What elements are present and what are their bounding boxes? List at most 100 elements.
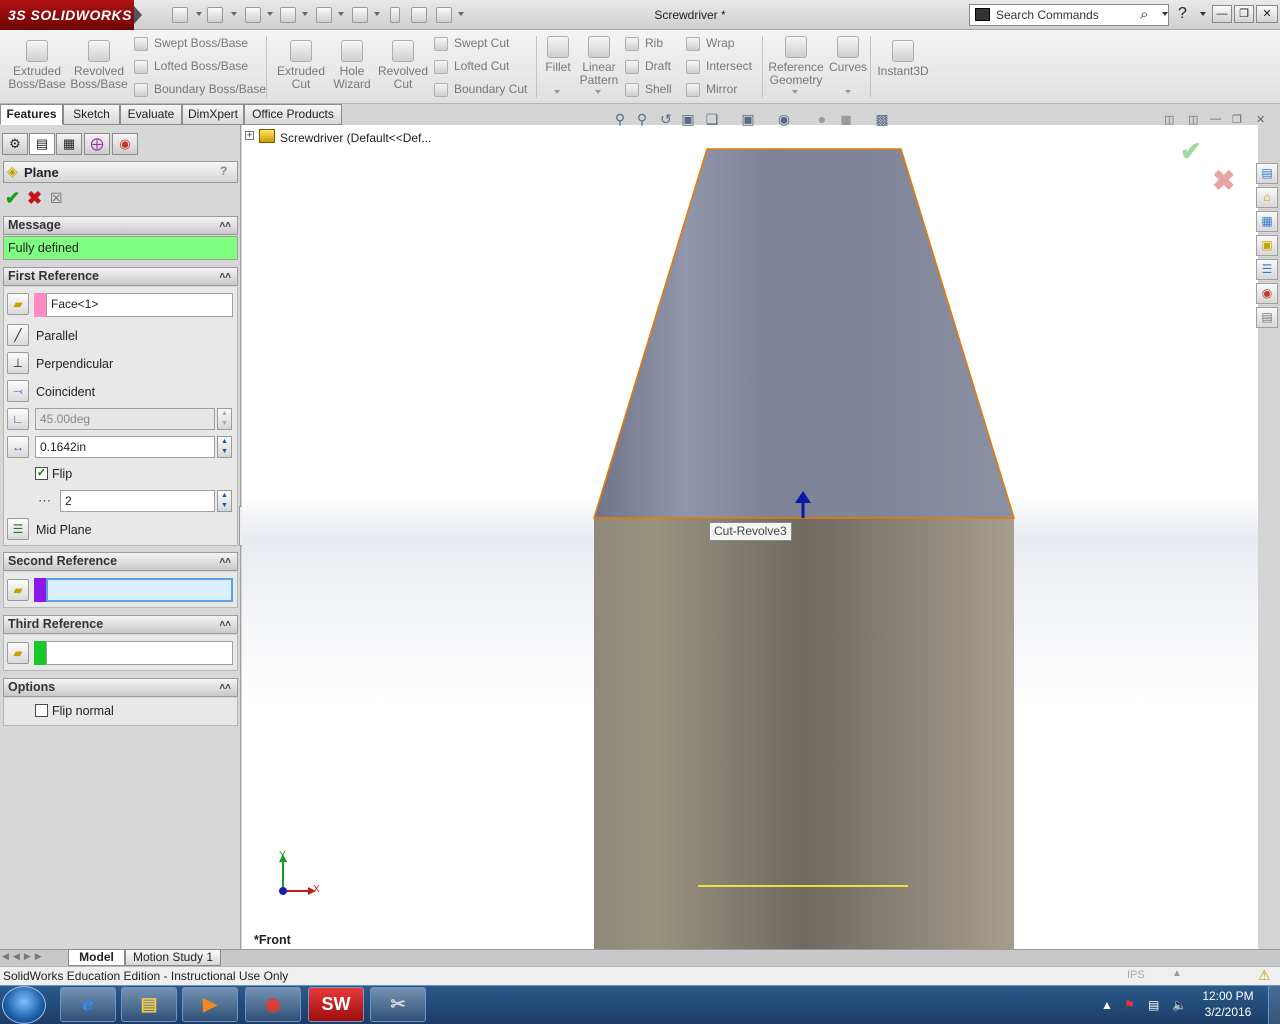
start-button[interactable] [2, 986, 46, 1024]
tab-office-products[interactable]: Office Products [244, 104, 342, 125]
system-clock[interactable]: 12:00 PM 3/2/2016 [1196, 988, 1260, 1020]
pin-icon[interactable]: ☒ [50, 190, 63, 207]
second-reference-header[interactable]: Second Reference ˄˄ [3, 552, 238, 571]
search-icon[interactable]: ⌕ [1140, 6, 1148, 23]
new-dropdown-icon[interactable] [196, 12, 202, 16]
search-commands-input[interactable]: Search Commands [969, 4, 1169, 26]
fillet-button[interactable]: Fillet [540, 36, 576, 74]
wrap-button[interactable]: Wrap [686, 36, 734, 51]
minimize-icon[interactable]: — [1212, 5, 1232, 23]
feature-tree-tab-icon[interactable]: ⚙ [2, 133, 28, 155]
select-dropdown-icon[interactable] [374, 12, 380, 16]
rebuild-icon[interactable] [390, 7, 400, 23]
draft-button[interactable]: Draft [625, 59, 671, 74]
snipping-tool-icon[interactable]: ✂ [370, 987, 426, 1022]
file-explorer-icon[interactable]: ▣ [1256, 235, 1278, 256]
flip-checkbox[interactable]: ✓ [35, 467, 48, 480]
distance-icon[interactable]: ↔ [7, 436, 29, 458]
print-icon[interactable] [280, 7, 296, 23]
parallel-option[interactable]: Parallel [36, 328, 78, 344]
reference-geometry-button[interactable]: Reference Geometry [766, 36, 826, 87]
reference-geometry-dropdown-icon[interactable] [792, 90, 798, 94]
restore-icon[interactable]: ❐ [1234, 5, 1254, 23]
collapse-icon[interactable]: ˄˄ [219, 217, 231, 234]
close-icon[interactable]: ✕ [1256, 5, 1278, 23]
mid-plane-icon[interactable]: ☰ [7, 518, 29, 540]
view-palette-icon[interactable]: ☰ [1256, 259, 1278, 280]
distance-input[interactable]: 0.1642in [35, 436, 215, 458]
number-of-planes-input[interactable]: 2 [60, 490, 215, 512]
rib-button[interactable]: Rib [625, 36, 663, 51]
select-icon[interactable] [352, 7, 368, 23]
tab-model[interactable]: Model [68, 949, 125, 966]
design-library-icon[interactable]: ▦ [1256, 211, 1278, 232]
search-dropdown-icon[interactable] [1162, 12, 1168, 16]
fillet-dropdown-icon[interactable] [554, 90, 560, 94]
volume-icon[interactable]: 🔈 [1172, 998, 1187, 1012]
handle-body[interactable] [594, 518, 1014, 949]
action-center-icon[interactable]: ⚑ [1124, 998, 1135, 1012]
pattern-dropdown-icon[interactable] [595, 90, 601, 94]
ok-icon[interactable]: ✔ [5, 188, 20, 209]
shell-button[interactable]: Shell [625, 82, 672, 97]
perpendicular-option[interactable]: Perpendicular [36, 356, 113, 372]
collapse-icon[interactable]: ˄˄ [219, 616, 231, 633]
print-dropdown-icon[interactable] [302, 12, 308, 16]
boundary-cut-button[interactable]: Boundary Cut [434, 82, 527, 97]
swept-cut-button[interactable]: Swept Cut [434, 36, 509, 51]
tab-features[interactable]: Features [0, 104, 63, 125]
collapse-icon[interactable]: ˄˄ [219, 679, 231, 696]
show-hidden-icons[interactable]: ▲ [1101, 998, 1113, 1012]
angle-icon[interactable]: ∟ [7, 408, 29, 430]
hole-wizard-button[interactable]: Hole Wizard [328, 40, 376, 91]
network-icon[interactable]: ▤ [1148, 998, 1159, 1012]
file-explorer-taskbar-icon[interactable]: ▤ [121, 987, 177, 1022]
message-section-header[interactable]: Message ˄˄ [3, 216, 238, 235]
third-reference-field[interactable] [46, 641, 233, 665]
units-indicator[interactable]: IPS [1127, 969, 1145, 981]
appearances-icon[interactable]: ◉ [1256, 283, 1278, 304]
chrome-icon[interactable]: ◉ [245, 987, 301, 1022]
save-dropdown-icon[interactable] [267, 12, 273, 16]
media-player-icon[interactable]: ▶ [182, 987, 238, 1022]
options-section-header[interactable]: Options ˄˄ [3, 678, 238, 697]
parallel-icon[interactable]: ╱ [7, 324, 29, 346]
revolved-cut-button[interactable]: Revolved Cut [376, 40, 430, 91]
tab-motion-study[interactable]: Motion Study 1 [125, 949, 221, 966]
swept-boss-button[interactable]: Swept Boss/Base [134, 36, 248, 51]
curves-button[interactable]: Curves [828, 36, 868, 74]
rebuild-status-icon[interactable]: ⚠ [1258, 967, 1271, 984]
coincident-option[interactable]: Coincident [36, 384, 95, 400]
instant3d-button[interactable]: Instant3D [874, 40, 932, 78]
display-manager-tab-icon[interactable]: ◉ [112, 133, 138, 155]
third-reference-header[interactable]: Third Reference ˄˄ [3, 615, 238, 634]
file-properties-icon[interactable] [411, 7, 427, 23]
intersect-button[interactable]: Intersect [686, 59, 752, 74]
boundary-boss-button[interactable]: Boundary Boss/Base [134, 82, 266, 97]
show-desktop-button[interactable] [1268, 986, 1280, 1024]
options-icon[interactable] [436, 7, 452, 23]
planes-spinner[interactable]: ▲ ▼ [217, 490, 232, 512]
help-icon[interactable]: ? [1178, 5, 1187, 23]
tab-sketch[interactable]: Sketch [63, 104, 120, 125]
undo-icon[interactable] [316, 7, 332, 23]
new-document-icon[interactable] [172, 7, 188, 23]
tab-scroll-icons[interactable]: ◀◀▶▶ [2, 951, 46, 962]
tab-dimxpert[interactable]: DimXpert [182, 104, 244, 125]
second-reference-field[interactable] [46, 578, 233, 602]
internet-explorer-icon[interactable]: e [60, 987, 116, 1022]
open-icon[interactable] [207, 7, 223, 23]
property-manager-tab-icon[interactable]: ▤ [29, 133, 55, 155]
help-icon[interactable]: ? [220, 164, 227, 178]
undo-dropdown-icon[interactable] [338, 12, 344, 16]
custom-properties-icon[interactable]: ▤ [1256, 307, 1278, 328]
solidworks-logo[interactable]: 3S SOLIDWORKS [0, 0, 134, 30]
mirror-button[interactable]: Mirror [686, 82, 737, 97]
lofted-cut-button[interactable]: Lofted Cut [434, 59, 509, 74]
perpendicular-icon[interactable]: ⊥ [7, 352, 29, 374]
coincident-icon[interactable]: ⤙ [7, 380, 29, 402]
extruded-boss-button[interactable]: Extruded Boss/Base [8, 40, 66, 91]
revolved-boss-button[interactable]: Revolved Boss/Base [70, 40, 128, 91]
flip-normal-checkbox[interactable] [35, 704, 48, 717]
solidworks-taskbar-icon[interactable]: SW [308, 987, 364, 1022]
